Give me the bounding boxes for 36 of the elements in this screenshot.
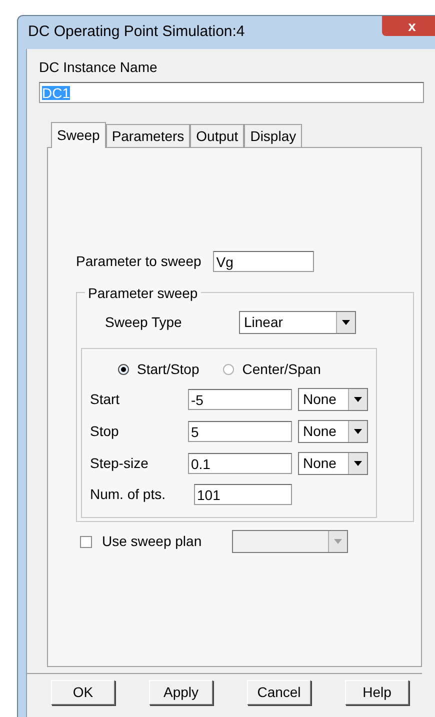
input-field[interactable]: 0.1 <box>188 453 292 474</box>
input-field[interactable]: -5 <box>188 389 292 410</box>
tab[interactable]: Output <box>190 124 244 147</box>
input-field[interactable]: 5 <box>188 421 292 442</box>
close-button[interactable]: x <box>382 16 435 36</box>
dropdown[interactable]: None <box>298 452 368 475</box>
radio-button[interactable] <box>118 364 129 375</box>
dropdown[interactable]: None <box>298 388 368 411</box>
radio-label: Start/Stop <box>137 360 200 379</box>
field-label: Stop <box>90 422 120 441</box>
caret-icon <box>334 539 342 544</box>
radio-label: Center/Span <box>242 360 321 379</box>
field-label: Start <box>90 390 121 409</box>
dialog-button[interactable]: Cancel <box>247 680 311 705</box>
caret-icon <box>354 429 362 434</box>
tab[interactable]: Parameters <box>106 124 190 147</box>
input-field[interactable]: 101 <box>194 484 292 505</box>
dropdown[interactable]: None <box>298 420 368 443</box>
checkbox-label: Use sweep plan <box>102 532 202 551</box>
field-label: Num. of pts. <box>90 485 166 504</box>
radio-button[interactable] <box>223 364 234 375</box>
dialog-button[interactable]: Help <box>345 680 409 705</box>
caret-icon <box>354 397 362 402</box>
dialog-button[interactable]: OK <box>51 680 115 705</box>
caret-icon <box>354 461 362 466</box>
field-label: Sweep Type <box>105 313 183 332</box>
dropdown[interactable]: Linear <box>239 311 356 334</box>
caret-icon <box>342 320 350 325</box>
field-label: Step-size <box>90 454 150 473</box>
dialog-button[interactable]: Apply <box>149 680 213 705</box>
field-label: Parameter to sweep <box>76 252 202 271</box>
tab[interactable]: Sweep <box>51 122 106 148</box>
field-label: DC Instance Name <box>39 58 158 77</box>
input-field[interactable]: Vg <box>213 251 314 272</box>
tab[interactable]: Display <box>244 124 302 147</box>
window-title: DC Operating Point Simulation:4 <box>28 22 245 42</box>
